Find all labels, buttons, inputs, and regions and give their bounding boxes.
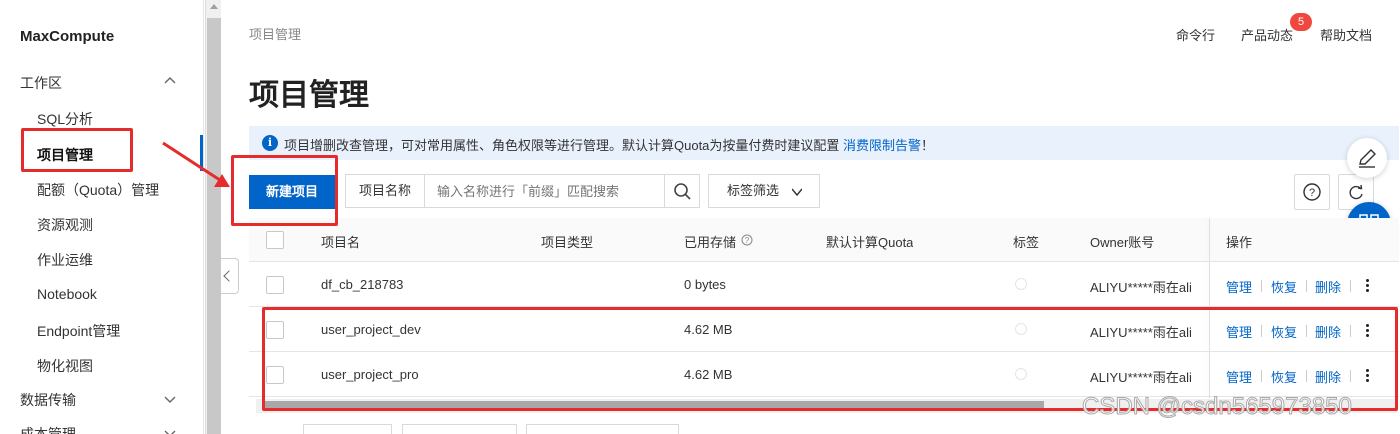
sidebar-collapse-button[interactable] — [221, 258, 239, 294]
sidebar-group-cost[interactable]: 成本管理 — [20, 424, 76, 434]
action-separator — [1306, 280, 1307, 292]
table-header: 项目名 项目类型 已用存储 ? 默认计算Quota 标签 Owner账号 操作 — [249, 218, 1399, 262]
search-button[interactable] — [664, 174, 700, 208]
chevron-down-icon — [792, 188, 802, 197]
annotation-box-create — [231, 155, 338, 226]
more-vertical-icon[interactable] — [1365, 279, 1369, 293]
tag-filter-dropdown[interactable]: 标签筛选 — [708, 174, 820, 208]
svg-text:?: ? — [745, 236, 750, 245]
manage-link[interactable]: 管理 — [1226, 277, 1252, 296]
chevron-down-icon[interactable] — [163, 426, 177, 434]
sidebar-item-endpoint[interactable]: Endpoint管理 — [37, 321, 120, 341]
sidebar-item-sql-analysis[interactable]: SQL分析 — [37, 109, 93, 129]
table-row: df_cb_218783 0 bytes ALIYU*****雨在ali 管理 … — [249, 262, 1399, 307]
restore-link[interactable]: 恢复 — [1271, 277, 1297, 296]
col-header-owner: Owner账号 — [1090, 235, 1155, 250]
annotation-arrow — [162, 141, 230, 187]
notice-text: 项目增删改查管理，可对常用属性、角色权限等进行管理。默认计算Quota为按量付费… — [284, 135, 934, 154]
help-button[interactable]: ? — [1294, 174, 1330, 210]
select-all-checkbox[interactable] — [266, 231, 284, 249]
console-page: MaxCompute 工作区 SQL分析 项目管理 配额（Quota）管理 资源… — [0, 0, 1400, 434]
col-header-type: 项目类型 — [541, 235, 594, 250]
delete-link[interactable]: 删除 — [1315, 277, 1341, 296]
action-separator — [1261, 280, 1262, 292]
col-header-actions: 操作 — [1226, 235, 1253, 250]
sidebar-item-materialized-view[interactable]: 物化视图 — [37, 356, 93, 376]
project-search-input[interactable] — [424, 174, 665, 208]
row-checkbox[interactable] — [266, 276, 284, 294]
edit-float-button[interactable] — [1347, 138, 1387, 178]
chevron-up-icon[interactable] — [163, 74, 177, 88]
svg-text:?: ? — [1309, 187, 1315, 199]
sidebar: MaxCompute 工作区 SQL分析 项目管理 配额（Quota）管理 资源… — [0, 0, 204, 434]
sidebar-item-job-ops[interactable]: 作业运维 — [37, 250, 93, 270]
search-icon — [674, 183, 691, 200]
sidebar-item-resource-observation[interactable]: 资源观测 — [37, 215, 93, 235]
billing-alert-link[interactable]: 消费限制告警 — [843, 138, 921, 153]
scrollbar-thumb[interactable] — [207, 18, 221, 434]
watermark: CSDN @csdn565973850 — [1082, 393, 1353, 421]
info-icon: i — [262, 135, 278, 151]
search-field-selector[interactable]: 项目名称 — [345, 174, 425, 208]
annotation-box-sidebar — [21, 128, 133, 172]
product-brand: MaxCompute — [20, 28, 115, 45]
tag-filter-label: 标签筛选 — [727, 183, 780, 198]
action-separator — [1350, 280, 1351, 292]
sidebar-scrollbar[interactable] — [205, 0, 221, 434]
pager-button[interactable] — [303, 424, 392, 434]
col-header-tags: 标签 — [1013, 235, 1040, 250]
notice-message: 项目增删改查管理，可对常用属性、角色权限等进行管理。默认计算Quota为按量付费… — [284, 138, 844, 153]
col-header-name: 项目名 — [321, 235, 361, 250]
help-icon: ? — [1303, 183, 1321, 201]
edit-icon — [1359, 149, 1376, 168]
pager-button[interactable] — [526, 424, 679, 434]
sidebar-item-notebook[interactable]: Notebook — [37, 286, 97, 302]
project-storage: 0 bytes — [684, 277, 726, 292]
cli-link[interactable]: 命令行 — [1176, 25, 1215, 44]
updates-badge: 5 — [1290, 13, 1312, 31]
notice-suffix: ！ — [921, 138, 935, 153]
col-header-quota: 默认计算Quota — [826, 235, 914, 250]
product-updates-link[interactable]: 产品动态 — [1241, 25, 1293, 44]
sidebar-group-workspace[interactable]: 工作区 — [20, 73, 62, 93]
help-icon[interactable]: ? — [741, 234, 753, 246]
breadcrumb[interactable]: 项目管理 — [249, 24, 301, 43]
sidebar-item-quota-management[interactable]: 配额（Quota）管理 — [37, 180, 159, 200]
sidebar-group-data-transfer[interactable]: 数据传输 — [20, 390, 76, 410]
pager-button[interactable] — [402, 424, 517, 434]
col-header-storage: 已用存储 — [684, 235, 737, 250]
tag-icon — [1015, 278, 1027, 290]
help-docs-link[interactable]: 帮助文档 — [1320, 25, 1372, 44]
scroll-up-arrow[interactable] — [210, 4, 218, 9]
project-name[interactable]: df_cb_218783 — [321, 277, 403, 292]
project-owner: ALIYU*****雨在ali — [1090, 280, 1192, 295]
page-title: 项目管理 — [249, 79, 369, 112]
chevron-down-icon[interactable] — [163, 392, 177, 406]
